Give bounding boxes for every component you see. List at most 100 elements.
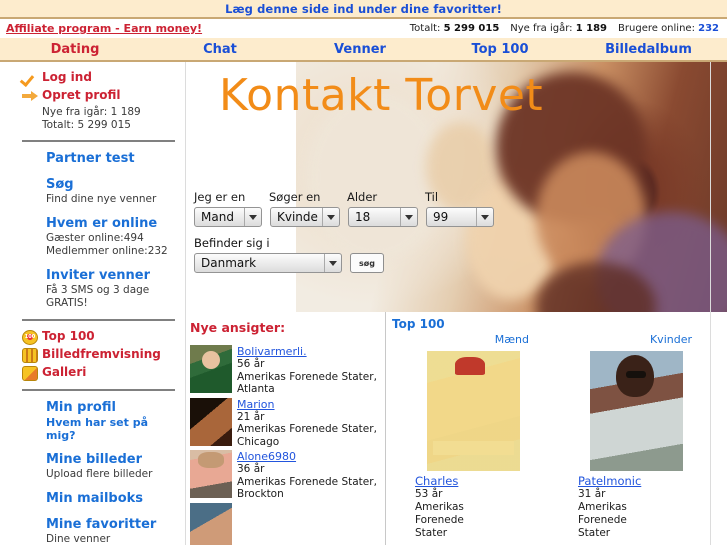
sidebar-invite-sub2: GRATIS! xyxy=(46,297,88,309)
nav-item-chat[interactable]: Chat xyxy=(150,42,290,57)
sidebar-partner-test-label[interactable]: Partner test xyxy=(46,150,179,167)
select-age-from[interactable]: 18 xyxy=(348,207,418,227)
profile-city: Brockton xyxy=(237,488,284,500)
sidebar-item-login[interactable]: Log ind xyxy=(22,70,177,86)
sidebar-divider-1 xyxy=(22,140,175,142)
chevron-down-icon[interactable] xyxy=(244,208,261,226)
select-seeking[interactable]: Kvinde xyxy=(270,207,340,227)
top100-men-heading[interactable]: Mænd xyxy=(392,333,555,346)
list-item[interactable]: Alone6980 36 år Amerikas Forenede Stater… xyxy=(190,450,381,501)
sidebar-invite-sub1: Få 3 SMS og 3 dage xyxy=(46,284,150,296)
total-users-label: Totalt: xyxy=(409,23,441,34)
nav-item-billedalbum[interactable]: Billedalbum xyxy=(570,42,727,57)
top100-men-info: Charles 53 år Amerikas Forenede Stater xyxy=(392,474,555,540)
profile-name-link[interactable]: Alone6980 xyxy=(237,450,377,463)
sidebar-item-create-profile[interactable]: Opret profil xyxy=(22,88,177,104)
profile-info: Alone6980 36 år Amerikas Forenede Stater… xyxy=(237,450,377,501)
top100-women-heading[interactable]: Kvinder xyxy=(555,333,718,346)
profile-age: 21 år xyxy=(237,410,265,423)
sidebar-top100-label[interactable]: Top 100 xyxy=(42,329,95,344)
select-seeking-value: Kvinde xyxy=(277,210,318,224)
arrow-right-icon xyxy=(22,89,42,104)
affiliate-link[interactable]: Affiliate program - Earn money! xyxy=(6,22,202,35)
select-age-to[interactable]: 99 xyxy=(426,207,494,227)
nav-item-dating[interactable]: Dating xyxy=(0,42,150,57)
top100-women-age: 31 år xyxy=(578,488,606,500)
sidebar-main-links: Partner test Søg Find dine nye venner Hv… xyxy=(0,150,185,310)
list-item[interactable]: Marion 21 år Amerikas Forenede Stater, C… xyxy=(190,397,381,449)
sidebar-item-slideshow[interactable]: Billedfremvisning xyxy=(22,347,185,363)
profile-name-link[interactable]: Bolivarmerli. xyxy=(237,345,377,358)
chevron-down-icon[interactable] xyxy=(322,208,339,226)
new-yesterday-label: Nye fra igår: xyxy=(510,23,573,34)
top100-panel-title[interactable]: Top 100 xyxy=(392,317,721,331)
new-faces-title: Nye ansigter: xyxy=(190,320,286,335)
sidebar: Log ind Opret profil Nye fra igår: 1 189… xyxy=(0,62,186,545)
list-item[interactable] xyxy=(190,502,381,545)
profile-thumbnail[interactable] xyxy=(190,502,232,545)
sidebar-my-profile-label[interactable]: Min profil xyxy=(46,399,179,416)
sidebar-item-partner-test[interactable]: Partner test xyxy=(46,150,179,167)
sidebar-feature-links: 100 Top 100 Billedfremvisning Galleri xyxy=(0,329,185,381)
chevron-down-icon[interactable] xyxy=(400,208,417,226)
slideshow-film-icon xyxy=(22,348,38,363)
sidebar-item-my-favorites[interactable]: Mine favoritter Dine venner xyxy=(46,516,179,545)
top100-men-name-link[interactable]: Charles xyxy=(415,474,555,488)
top100-women-name-link[interactable]: Patelmonic xyxy=(578,474,718,488)
sidebar-slideshow-label[interactable]: Billedfremvisning xyxy=(42,347,161,362)
nav-item-venner[interactable]: Venner xyxy=(290,42,430,57)
select-age-from-value: 18 xyxy=(355,210,371,224)
new-yesterday-stat: Nye fra igår: 1 189 xyxy=(510,23,607,34)
sidebar-my-favorites-label[interactable]: Mine favoritter xyxy=(46,516,179,533)
sidebar-item-invite-friends[interactable]: Inviter venner Få 3 SMS og 3 dage GRATIS… xyxy=(46,267,179,310)
sidebar-create-profile-label[interactable]: Opret profil xyxy=(42,88,121,103)
total-users-stat: Totalt: 5 299 015 xyxy=(410,23,500,34)
profile-thumbnail[interactable] xyxy=(190,345,232,393)
select-location[interactable]: Danmark xyxy=(194,253,342,273)
sidebar-item-my-pictures[interactable]: Mine billeder Upload flere billeder xyxy=(46,451,179,481)
top100-column-men: Mænd Charles 53 år Amerikas Forenede Sta… xyxy=(392,333,555,540)
quick-search-labels-row1: Jeg er en Søger en Alder Til xyxy=(194,190,494,204)
sidebar-item-my-mailbox[interactable]: Min mailboks xyxy=(46,490,179,507)
top100-women-photo[interactable] xyxy=(590,351,683,471)
sidebar-search-label[interactable]: Søg xyxy=(46,176,179,193)
sidebar-item-search[interactable]: Søg Find dine nye venner xyxy=(46,176,179,206)
sidebar-guests-online: Gæster online:494 xyxy=(46,232,144,244)
sidebar-login-label[interactable]: Log ind xyxy=(42,70,92,85)
sidebar-gallery-label[interactable]: Galleri xyxy=(42,365,86,380)
profile-thumbnail[interactable] xyxy=(190,450,232,498)
profile-country: Amerikas Forenede Stater, xyxy=(237,475,377,488)
sidebar-item-my-profile[interactable]: Min profil Hvem har set på mig? xyxy=(46,399,179,442)
sidebar-item-gallery[interactable]: Galleri xyxy=(22,365,185,381)
list-item[interactable]: Bolivarmerli. 56 år Amerikas Forenede St… xyxy=(190,345,381,396)
sidebar-members-online: Medlemmer online:232 xyxy=(46,245,168,257)
sidebar-item-top100[interactable]: 100 Top 100 xyxy=(22,329,185,345)
search-submit-button[interactable]: søg xyxy=(350,253,384,273)
sidebar-invite-label[interactable]: Inviter venner xyxy=(46,267,179,284)
sidebar-who-viewed-me-label[interactable]: Hvem har set på mig? xyxy=(46,416,179,442)
top100-men-country-1: Amerikas xyxy=(415,501,464,513)
top100-women-country-2: Forenede xyxy=(578,514,627,526)
select-i-am-value: Mand xyxy=(201,210,234,224)
content-area: Kontakt Torvet Jeg er en Søger en Alder … xyxy=(186,62,727,545)
profile-info: Bolivarmerli. 56 år Amerikas Forenede St… xyxy=(237,345,377,396)
sidebar-my-pictures-label[interactable]: Mine billeder xyxy=(46,451,179,468)
top100-women-country-1: Amerikas xyxy=(578,501,627,513)
profile-thumbnail[interactable] xyxy=(190,397,232,446)
sidebar-divider-3 xyxy=(22,389,175,391)
top100-men-photo[interactable] xyxy=(427,351,520,471)
stats-bar: Affiliate program - Earn money! Totalt: … xyxy=(0,19,727,38)
favorites-bar-text[interactable]: Læg denne side ind under dine favoritter… xyxy=(225,2,502,16)
page-root: Læg denne side ind under dine favoritter… xyxy=(0,0,727,545)
sidebar-item-who-online[interactable]: Hvem er online Gæster online:494 Medlemm… xyxy=(46,215,179,258)
top100-men-age: 53 år xyxy=(415,488,443,500)
chevron-down-icon[interactable] xyxy=(476,208,493,226)
chevron-down-icon[interactable] xyxy=(324,254,341,272)
sidebar-upload-pictures-sub: Upload flere billeder xyxy=(46,468,153,480)
select-i-am[interactable]: Mand xyxy=(194,207,262,227)
top100-badge-icon: 100 xyxy=(22,330,38,345)
profile-name-link[interactable]: Marion xyxy=(237,398,377,411)
sidebar-my-mailbox-label[interactable]: Min mailboks xyxy=(46,490,179,507)
nav-item-top100[interactable]: Top 100 xyxy=(430,42,570,57)
sidebar-who-online-label[interactable]: Hvem er online xyxy=(46,215,179,232)
